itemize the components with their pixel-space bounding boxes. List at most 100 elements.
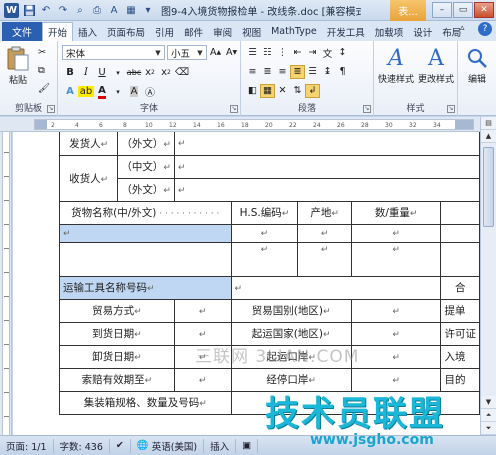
table-cell[interactable]: ↵ [230,241,299,277]
save-icon[interactable] [22,3,36,17]
table-cell[interactable]: 许可证 [440,321,480,346]
proofing-icon[interactable]: ✔ [110,438,131,453]
enclose-char-icon[interactable]: Ⓐ [142,84,158,99]
table-cell[interactable]: 到货日期↵ [59,321,175,346]
copy-icon[interactable]: ⧉ [38,63,45,78]
customize-icon[interactable]: ▾ [141,3,155,17]
font-size-combo[interactable]: 小五 ▼ [167,45,207,60]
inspection-form-table[interactable]: 发货人↵ （外文）↵ ↵ 收货人↵ （中文）↵ ↵ （外文）↵ ↵ 货物名称(中… [58,132,480,415]
table-cell[interactable]: ↵ [173,154,480,179]
maximize-icon[interactable]: ▭ [453,2,473,18]
paragraph-mark-icon[interactable]: ↲ [305,83,320,98]
previous-page-icon[interactable]: ⏶ [481,409,496,422]
numbering-icon[interactable]: ☷ [260,46,275,60]
insert-mode[interactable]: 插入 [204,438,237,453]
table-cell[interactable]: 集装箱规格、数量及号码↵ [59,390,232,415]
table-cell-selected[interactable]: ↵ [59,223,232,243]
table-cell[interactable] [440,200,480,225]
dropdown-icon[interactable]: ▾ [110,84,126,99]
increase-indent-icon[interactable]: ⇥ [305,46,320,60]
table-cell-selected[interactable]: 运输工具名称号码↵ [59,275,232,300]
undo-icon[interactable]: ↶ [39,3,53,17]
word-logo-icon[interactable]: W [4,2,19,18]
bold-icon[interactable]: B [62,65,78,80]
align-left-icon[interactable]: ≡ [245,65,260,79]
print-icon[interactable]: ⎙ [90,3,104,17]
tab-view[interactable]: 视图 [237,22,266,41]
table-cell[interactable]: ↵ [350,298,442,323]
tab-file[interactable]: 文件 [2,22,42,41]
scroll-up-icon[interactable]: ▲ [481,130,496,143]
align-center-icon[interactable]: ≣ [260,65,275,79]
paragraph-launcher-icon[interactable]: ↘ [363,105,371,113]
asian-layout-icon[interactable]: ✕ [275,84,290,98]
superscript-icon[interactable]: x2 [158,65,174,80]
editing-button[interactable]: 编辑 [460,44,494,85]
char-shading-icon[interactable]: A [126,84,142,99]
table-cell[interactable]: 目的 [440,367,480,392]
borders-icon[interactable]: ▦ [260,83,275,98]
table-cell[interactable]: 索赔有效期至↵ [59,367,175,392]
tab-addins[interactable]: 加载项 [370,22,409,41]
dropdown-icon[interactable]: ▾ [110,65,126,80]
redo-icon[interactable]: ↷ [56,3,70,17]
table-cell[interactable]: 贸易国别(地区)↵ [230,298,352,323]
justify-icon[interactable]: ≣ [290,64,305,79]
table-cell[interactable]: 贸易方式↵ [59,298,175,323]
print-preview-icon[interactable]: ⌕ [73,3,87,17]
table-cell[interactable] [59,241,232,277]
tab-page-layout[interactable]: 页面布局 [102,22,150,41]
quick-styles-button[interactable]: A 快速样式 [376,44,416,86]
table-cell[interactable] [440,223,480,243]
grow-font-icon[interactable]: A ▲ [210,45,221,60]
table-cell[interactable]: 提单 [440,298,480,323]
table-cell[interactable]: 合 [440,275,480,300]
show-marks-icon[interactable]: ¶ [335,65,350,79]
table-cell[interactable]: ↵ [350,223,442,243]
table-cell[interactable]: 数/重量↵ [350,200,442,225]
minimize-icon[interactable]: – [432,2,452,18]
underline-icon[interactable]: U [94,65,110,80]
tab-review[interactable]: 审阅 [208,22,237,41]
shading-icon[interactable]: ◧ [245,84,260,98]
ruler-toggle-icon[interactable]: ▤ [481,117,496,130]
table-cell[interactable]: 卸货日期↵ [59,344,175,369]
highlight-icon[interactable]: ab [77,84,95,99]
horizontal-ruler[interactable]: 2 4 6 8 10 12 14 16 18 20 22 24 26 28 30… [0,117,496,132]
tab-design[interactable]: 设计 [408,22,437,41]
shrink-font-icon[interactable]: A ▼ [226,45,237,60]
language-indicator[interactable]: 🌐 英语(美国) [131,438,205,453]
chevron-down-icon[interactable]: ▼ [153,47,163,58]
tab-mathtype[interactable]: MathType [266,22,322,41]
sort-az-icon[interactable]: ⇅ [290,84,305,98]
font-launcher-icon[interactable]: ↘ [230,105,238,113]
strikethrough-icon[interactable]: abc [126,65,142,80]
tab-developer[interactable]: 开发工具 [322,22,370,41]
table-cell[interactable]: ↵ [173,367,232,392]
paste-button[interactable]: 粘贴 [4,45,32,86]
table-cell[interactable]: ↵ [230,275,442,300]
cut-icon[interactable]: ✂ [38,45,46,60]
scrollbar-thumb[interactable] [483,147,494,227]
bullets-icon[interactable]: ☰ [245,46,260,60]
table-icon[interactable]: ▦ [124,3,138,17]
subscript-icon[interactable]: x2 [142,65,158,80]
table-cell[interactable]: 发货人↵ [58,132,119,156]
chinese-layout-icon[interactable]: 文 [320,46,335,60]
chevron-down-icon[interactable]: ▼ [195,47,205,58]
vertical-ruler[interactable] [0,132,12,435]
close-icon[interactable]: ✕ [474,2,494,18]
table-cell[interactable] [440,241,480,277]
table-cell[interactable]: （中文）↵ [117,154,175,179]
change-styles-button[interactable]: A 更改样式 [416,44,456,86]
table-cell[interactable]: （外文）↵ [117,177,175,202]
vertical-scrollbar[interactable]: ▤ ▲ ▼ ⏶ ⏷ [480,117,496,435]
align-right-icon[interactable]: ≡ [275,65,290,79]
sort-icon[interactable]: ↕ [335,46,350,60]
table-cell[interactable]: H.S.编码↵ [230,200,299,225]
clear-format-icon[interactable]: ⌫ [174,65,190,80]
format-painter-icon[interactable]: 🖌 [38,81,50,96]
next-page-icon[interactable]: ⏷ [481,422,496,435]
table-cell[interactable]: ↵ [230,223,299,243]
line-spacing-icon[interactable]: ↨ [320,65,335,79]
